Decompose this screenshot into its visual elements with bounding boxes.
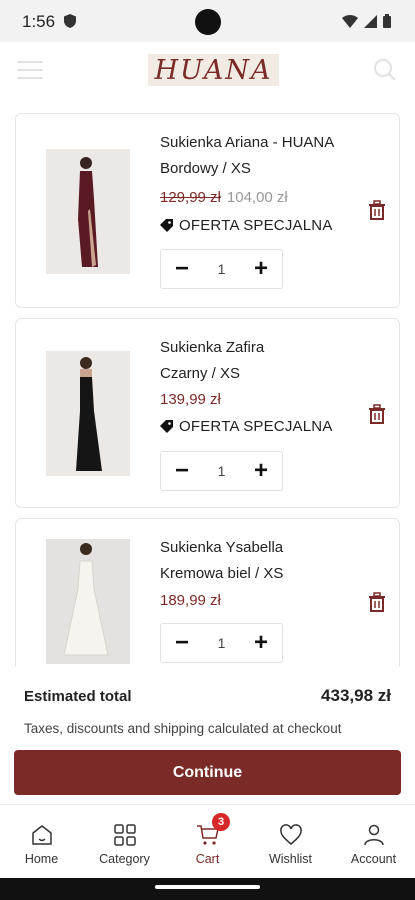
continue-button[interactable]: Continue xyxy=(14,750,401,795)
cart-summary: Estimated total 433,98 zł Taxes, discoun… xyxy=(0,666,415,804)
product-image[interactable] xyxy=(46,539,130,664)
quantity-stepper[interactable]: − 1 + xyxy=(160,623,283,663)
estimated-total-value: 433,98 zł xyxy=(321,686,391,705)
heart-icon xyxy=(279,824,302,845)
battery-icon xyxy=(383,14,391,28)
shield-icon xyxy=(64,14,76,28)
product-price: 129,99 zł 104,00 zł xyxy=(160,189,288,206)
product-variant: Bordowy / XS xyxy=(160,160,251,177)
sale-price: 104,00 zł xyxy=(226,189,288,206)
trash-icon[interactable] xyxy=(366,591,388,613)
checkout-note: Taxes, discounts and shipping calculated… xyxy=(24,721,342,736)
grid-icon xyxy=(113,824,136,846)
increase-button[interactable]: + xyxy=(254,631,268,655)
increase-button[interactable]: + xyxy=(254,459,268,483)
old-price: 129,99 zł xyxy=(160,189,221,206)
cart-item-list[interactable]: Sukienka Ariana - HUANA Bordowy / XS 129… xyxy=(0,100,415,666)
gesture-bar xyxy=(0,878,415,900)
brand-logo[interactable]: HUANA xyxy=(148,54,279,86)
product-price: 139,99 zł xyxy=(160,391,221,408)
quantity-value[interactable]: 1 xyxy=(218,463,226,479)
home-indicator[interactable] xyxy=(155,885,260,889)
trash-icon[interactable] xyxy=(366,199,388,221)
menu-icon[interactable] xyxy=(17,61,43,81)
cart-item: Sukienka Ysabella Kremowa biel / XS 189,… xyxy=(15,518,400,666)
tag-icon xyxy=(160,420,173,433)
estimated-total-label: Estimated total xyxy=(24,688,132,705)
quantity-stepper[interactable]: − 1 + xyxy=(160,249,283,289)
person-icon xyxy=(363,824,384,846)
offer-badge: OFERTA SPECJALNA xyxy=(160,217,333,234)
product-name[interactable]: Sukienka Zafira xyxy=(160,339,264,356)
nav-home[interactable]: Home xyxy=(0,805,83,879)
app-header: HUANA xyxy=(0,42,415,100)
bottom-navigation: Home Category Cart 3 Wishlist Account xyxy=(0,804,415,879)
product-image[interactable] xyxy=(46,149,130,274)
nav-category[interactable]: Category xyxy=(83,805,166,879)
nav-wishlist[interactable]: Wishlist xyxy=(249,805,332,879)
search-icon[interactable] xyxy=(373,58,397,82)
quantity-value[interactable]: 1 xyxy=(218,261,226,277)
wifi-icon xyxy=(342,14,358,28)
decrease-button[interactable]: − xyxy=(175,257,189,281)
product-price: 189,99 zł xyxy=(160,592,221,609)
camera-cutout xyxy=(195,9,221,35)
status-icons xyxy=(342,14,391,28)
nav-cart[interactable]: Cart 3 xyxy=(166,805,249,879)
tag-icon xyxy=(160,219,173,232)
decrease-button[interactable]: − xyxy=(175,631,189,655)
nav-account[interactable]: Account xyxy=(332,805,415,879)
decrease-button[interactable]: − xyxy=(175,459,189,483)
signal-icon xyxy=(364,14,377,28)
product-variant: Kremowa biel / XS xyxy=(160,565,284,582)
product-variant: Czarny / XS xyxy=(160,365,241,382)
quantity-stepper[interactable]: − 1 + xyxy=(160,451,283,491)
product-name[interactable]: Sukienka Ysabella xyxy=(160,539,283,556)
quantity-value[interactable]: 1 xyxy=(218,635,226,651)
product-name[interactable]: Sukienka Ariana - HUANA xyxy=(160,134,334,151)
product-image[interactable] xyxy=(46,351,130,476)
increase-button[interactable]: + xyxy=(254,257,268,281)
trash-icon[interactable] xyxy=(366,403,388,425)
cart-count-badge: 3 xyxy=(212,813,230,831)
cart-item: Sukienka Zafira Czarny / XS 139,99 zł OF… xyxy=(15,318,400,508)
offer-badge: OFERTA SPECJALNA xyxy=(160,418,333,435)
cart-item: Sukienka Ariana - HUANA Bordowy / XS 129… xyxy=(15,113,400,308)
home-icon xyxy=(31,825,52,845)
status-bar: 1:56 xyxy=(0,0,415,42)
status-time: 1:56 xyxy=(22,12,56,31)
price: 139,99 zł xyxy=(160,391,221,408)
price: 189,99 zł xyxy=(160,592,221,609)
